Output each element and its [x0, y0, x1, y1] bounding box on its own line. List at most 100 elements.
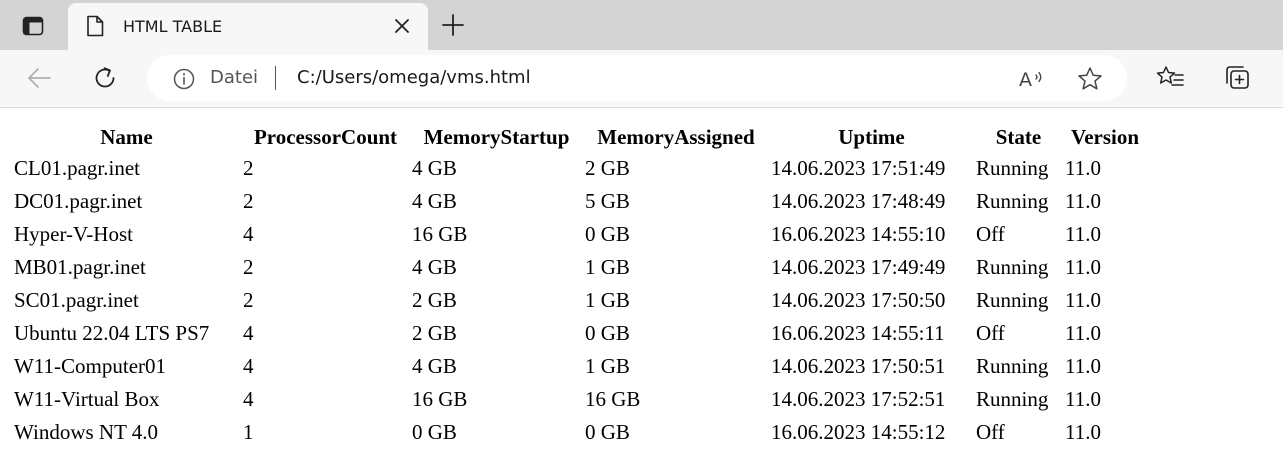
cell-state: Off — [976, 222, 1005, 246]
cell-uptime: 16.06.2023 14:55:12 — [771, 420, 946, 444]
cell-version: 11.0 — [1065, 222, 1101, 246]
cell-version: 11.0 — [1065, 156, 1101, 180]
tab-title: HTML TABLE — [123, 17, 223, 36]
cell-uptime: 16.06.2023 14:55:10 — [771, 222, 946, 246]
cell-memory-startup: 0 GB — [412, 420, 457, 444]
header-name: Name — [100, 125, 153, 149]
tab-strip: HTML TABLE — [0, 0, 1283, 50]
cell-memory-startup: 4 GB — [412, 255, 457, 279]
cell-name: CL01.pagr.inet — [14, 156, 140, 180]
cell-uptime: 14.06.2023 17:48:49 — [771, 189, 946, 213]
table-row: MB01.pagr.inet 2 4 GB 1 GB 14.06.2023 17… — [12, 251, 1147, 284]
cell-name: Ubuntu 22.04 LTS PS7 — [14, 321, 210, 345]
cell-uptime: 16.06.2023 14:55:11 — [771, 321, 945, 345]
cell-memory-startup: 2 GB — [412, 321, 457, 345]
cell-processor-count: 4 — [243, 321, 254, 345]
table-row: Windows NT 4.0 1 0 GB 0 GB 16.06.2023 14… — [12, 416, 1147, 449]
cell-memory-assigned: 1 GB — [585, 288, 630, 312]
cell-memory-assigned: 2 GB — [585, 156, 630, 180]
cell-processor-count: 2 — [243, 156, 254, 180]
header-state: State — [995, 125, 1042, 149]
close-icon[interactable] — [394, 18, 410, 34]
cell-uptime: 14.06.2023 17:51:49 — [771, 156, 946, 180]
header-memory-startup: MemoryStartup — [423, 125, 570, 149]
header-memory-assigned: MemoryAssigned — [597, 125, 755, 149]
table-header-row: Name ProcessorCount MemoryStartup Memory… — [12, 122, 1147, 152]
cell-state: Running — [976, 387, 1049, 411]
cell-processor-count: 1 — [243, 420, 254, 444]
table-row: CL01.pagr.inet 2 4 GB 2 GB 14.06.2023 17… — [12, 152, 1147, 185]
cell-state: Off — [976, 321, 1005, 345]
cell-memory-assigned: 0 GB — [585, 222, 630, 246]
table-row: Hyper-V-Host 4 16 GB 0 GB 16.06.2023 14:… — [12, 218, 1147, 251]
table-row: SC01.pagr.inet 2 2 GB 1 GB 14.06.2023 17… — [12, 284, 1147, 317]
cell-state: Running — [976, 255, 1049, 279]
cell-uptime: 14.06.2023 17:52:51 — [771, 387, 946, 411]
cell-version: 11.0 — [1065, 420, 1101, 444]
cell-name: SC01.pagr.inet — [14, 288, 139, 312]
cell-state: Running — [976, 189, 1049, 213]
cell-processor-count: 4 — [243, 354, 254, 378]
cell-version: 11.0 — [1065, 354, 1101, 378]
cell-memory-assigned: 0 GB — [585, 420, 630, 444]
cell-name: W11-Computer01 — [14, 354, 167, 378]
cell-uptime: 14.06.2023 17:49:49 — [771, 255, 946, 279]
cell-memory-assigned: 16 GB — [585, 387, 641, 411]
table-row: W11-Computer01 4 4 GB 1 GB 14.06.2023 17… — [12, 350, 1147, 383]
active-tab[interactable]: HTML TABLE — [68, 3, 428, 50]
cell-version: 11.0 — [1065, 189, 1101, 213]
header-version: Version — [1070, 125, 1140, 149]
address-separator — [275, 66, 276, 90]
table-row: W11-Virtual Box 4 16 GB 16 GB 14.06.2023… — [12, 383, 1147, 416]
cell-uptime: 14.06.2023 17:50:51 — [771, 354, 946, 378]
tab-actions-button[interactable] — [12, 12, 54, 40]
refresh-icon[interactable] — [92, 65, 118, 91]
header-uptime: Uptime — [838, 125, 905, 149]
back-icon[interactable] — [26, 65, 52, 91]
cell-memory-startup: 16 GB — [412, 387, 468, 411]
info-icon[interactable] — [173, 68, 195, 90]
cell-state: Running — [976, 156, 1049, 180]
cell-name: DC01.pagr.inet — [14, 189, 143, 213]
cell-memory-assigned: 1 GB — [585, 255, 630, 279]
cell-name: Windows NT 4.0 — [14, 420, 159, 444]
cell-name: Hyper-V-Host — [14, 222, 133, 246]
address-scheme-label: Datei — [210, 67, 259, 88]
cell-processor-count: 2 — [243, 189, 254, 213]
cell-uptime: 14.06.2023 17:50:50 — [771, 288, 946, 312]
page-content: Name ProcessorCount MemoryStartup Memory… — [0, 108, 1283, 470]
cell-state: Running — [976, 354, 1049, 378]
cell-processor-count: 2 — [243, 255, 254, 279]
cell-processor-count: 4 — [243, 222, 254, 246]
new-tab-icon[interactable] — [442, 14, 464, 36]
favorite-star-icon[interactable] — [1077, 66, 1103, 92]
cell-memory-startup: 4 GB — [412, 156, 457, 180]
header-processor-count: ProcessorCount — [253, 125, 398, 149]
cell-processor-count: 2 — [243, 288, 254, 312]
collections-icon[interactable] — [1224, 65, 1252, 91]
vms-table: Name ProcessorCount MemoryStartup Memory… — [12, 122, 1147, 449]
cell-memory-startup: 2 GB — [412, 288, 457, 312]
favorites-icon[interactable] — [1156, 65, 1184, 91]
cell-version: 11.0 — [1065, 288, 1101, 312]
cell-memory-startup: 16 GB — [412, 222, 468, 246]
browser-toolbar: Datei C:/Users/omega/vms.html A — [0, 50, 1283, 108]
svg-text:A: A — [1019, 69, 1032, 90]
cell-version: 11.0 — [1065, 321, 1101, 345]
cell-version: 11.0 — [1065, 255, 1101, 279]
cell-state: Off — [976, 420, 1005, 444]
cell-memory-assigned: 1 GB — [585, 354, 630, 378]
cell-memory-assigned: 5 GB — [585, 189, 630, 213]
cell-version: 11.0 — [1065, 387, 1101, 411]
address-url[interactable]: C:/Users/omega/vms.html — [297, 67, 531, 88]
cell-memory-assigned: 0 GB — [585, 321, 630, 345]
cell-state: Running — [976, 288, 1049, 312]
cell-name: MB01.pagr.inet — [14, 255, 146, 279]
cell-name: W11-Virtual Box — [14, 387, 160, 411]
cell-memory-startup: 4 GB — [412, 189, 457, 213]
address-bar[interactable]: Datei C:/Users/omega/vms.html A — [147, 55, 1127, 101]
read-aloud-icon[interactable]: A — [1018, 66, 1046, 90]
table-row: DC01.pagr.inet 2 4 GB 5 GB 14.06.2023 17… — [12, 185, 1147, 218]
file-icon — [86, 15, 104, 37]
tab-actions-icon — [22, 16, 44, 36]
